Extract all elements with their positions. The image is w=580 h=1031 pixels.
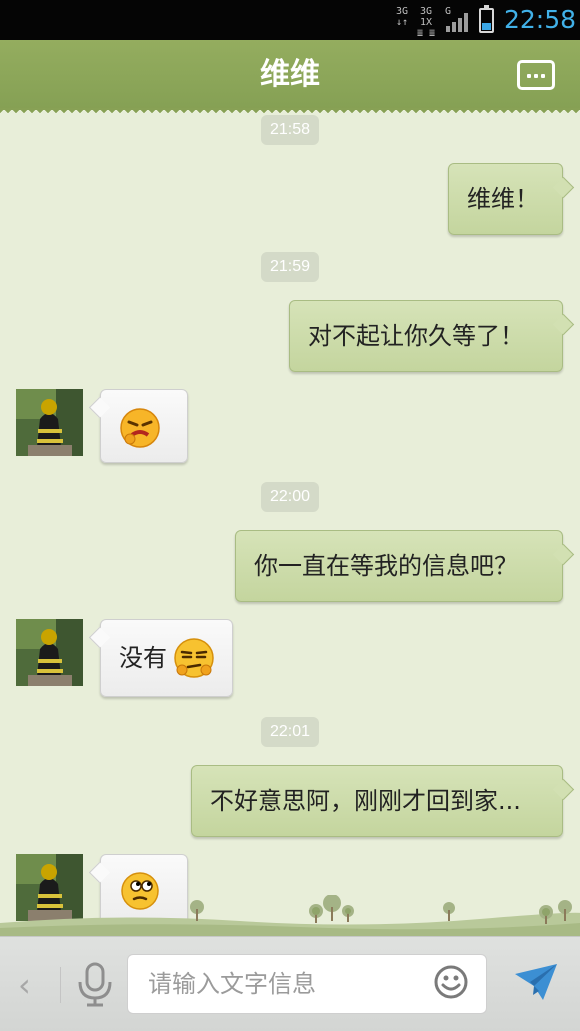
message-timestamp: 22:01 (261, 717, 319, 747)
more-dots-icon[interactable] (517, 60, 555, 90)
battery-level-fill (482, 22, 491, 30)
message-input-bar: ‹ 请输入文字信息 (0, 936, 580, 1031)
network-3g-label: 3G (395, 6, 409, 17)
chat-header: 维维 (0, 40, 580, 116)
message-timestamp: 21:59 (261, 252, 319, 282)
incoming-message-bubble[interactable]: 没有 (100, 619, 233, 697)
decorative-landscape (0, 895, 580, 936)
microphone-icon[interactable] (75, 962, 115, 1008)
message-list[interactable]: 21:58 维维！ 21:59 对不起让你久等了！ 22:00 你一直在等我的信… (0, 110, 580, 936)
send-arrow-icon[interactable] (513, 962, 559, 1002)
network-3g-arrows: ↓↑ (395, 17, 409, 28)
contact-avatar[interactable] (16, 389, 83, 456)
contact-name-title: 维维 (260, 57, 320, 92)
network-1x-indicator: 3G 1X ≣ ≣ (413, 6, 439, 39)
network-1x-label: 3G 1X (419, 6, 433, 28)
message-timestamp: 22:00 (261, 482, 319, 512)
incoming-message-bubble[interactable] (100, 389, 188, 463)
network-3g-indicator: 3G ↓↑ (394, 6, 410, 28)
outgoing-message-bubble[interactable]: 不好意思阿，刚刚才回到家... (191, 765, 563, 837)
message-input-placeholder: 请输入文字信息 (148, 970, 316, 998)
status-bar: 3G ↓↑ 3G 1X ≣ ≣ G 22:58 (0, 0, 580, 40)
outgoing-message-bubble[interactable]: 对不起让你久等了！ (289, 300, 563, 372)
signal-bars-icon (446, 13, 468, 32)
more-dot (541, 74, 545, 78)
clock-time: 22:58 (504, 5, 577, 34)
more-dot (534, 74, 538, 78)
outgoing-message-bubble[interactable]: 维维！ (448, 163, 563, 235)
contact-avatar[interactable] (16, 619, 83, 686)
avatar-photo (16, 619, 83, 686)
angry-face-emoji (120, 408, 160, 448)
toolbar-divider (60, 967, 61, 1003)
chevron-left-icon[interactable]: ‹ (18, 965, 31, 1005)
more-dot (527, 74, 531, 78)
smiley-icon[interactable] (434, 965, 468, 999)
outgoing-message-bubble[interactable]: 你一直在等我的信息吧？ (235, 530, 563, 602)
message-timestamp: 21:58 (261, 115, 319, 145)
avatar-photo (16, 389, 83, 456)
message-text-input[interactable]: 请输入文字信息 (127, 954, 487, 1014)
battery-icon (479, 5, 494, 33)
network-1x-arrows: ≣ ≣ (416, 28, 436, 39)
incoming-message-text: 没有 (119, 644, 167, 672)
annoyed-face-emoji (174, 638, 214, 678)
